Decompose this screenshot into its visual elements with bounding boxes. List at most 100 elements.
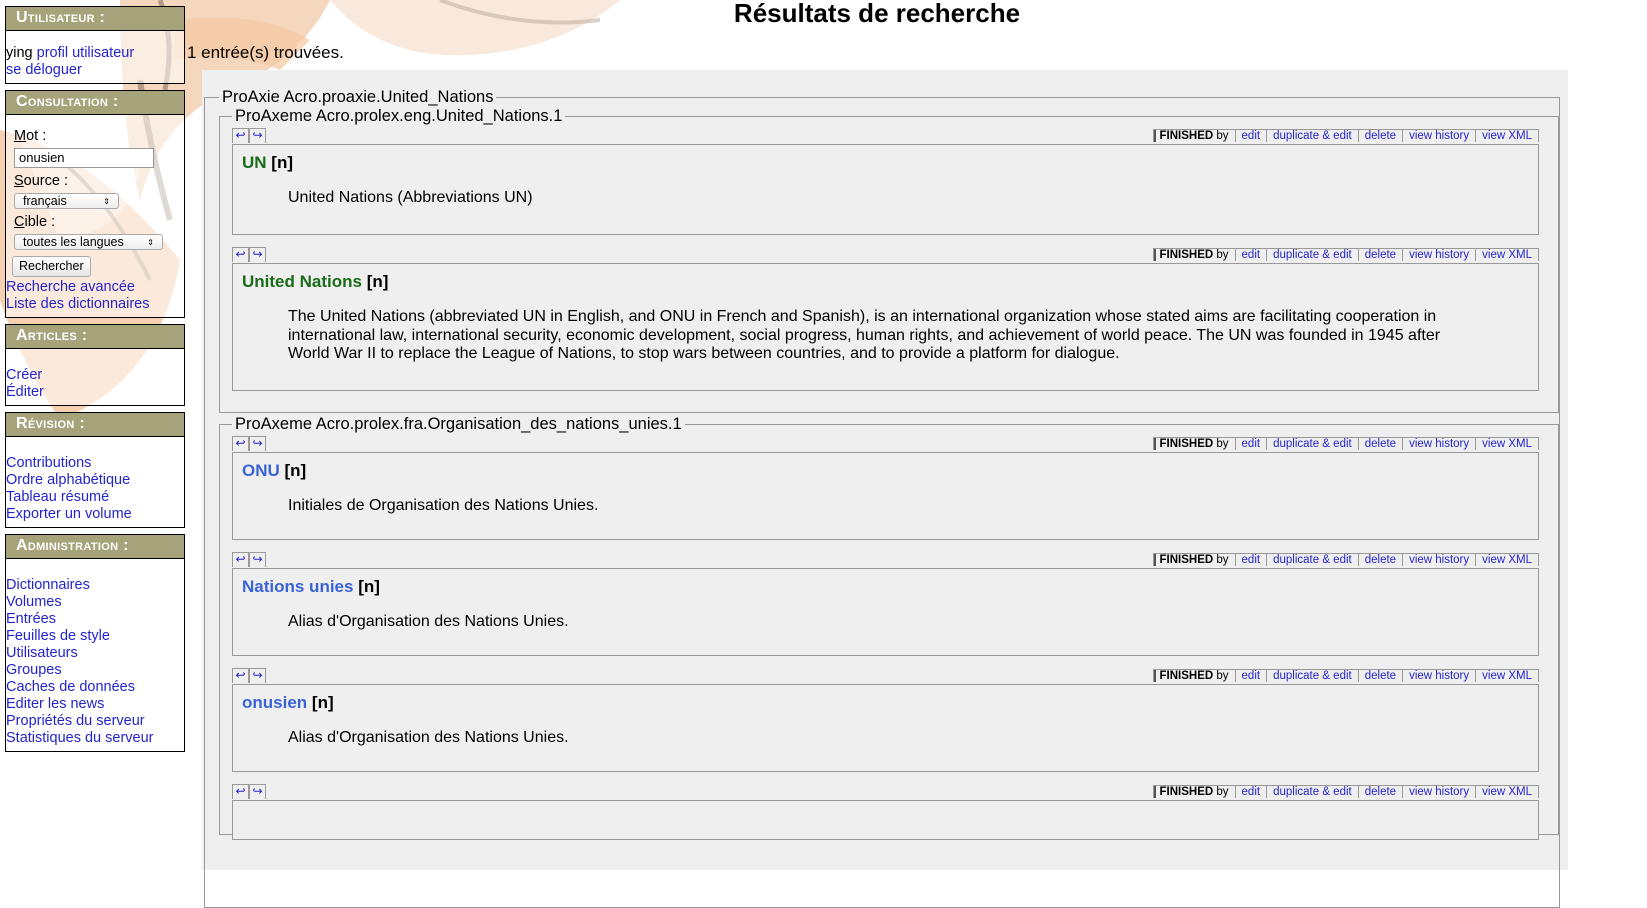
- articles-box-title: Articles :: [6, 325, 184, 349]
- entry-actions: FINISHED by edit duplicate & edit delete…: [1152, 785, 1539, 798]
- status-label: FINISHED: [1159, 670, 1214, 682]
- admin-link-users[interactable]: Utilisateurs: [6, 645, 184, 662]
- edit-link[interactable]: edit: [1234, 670, 1267, 682]
- definition: United Nations (Abbreviations UN): [288, 189, 533, 206]
- search-button[interactable]: Rechercher: [12, 256, 91, 277]
- view-history-link[interactable]: view history: [1402, 130, 1475, 142]
- advanced-search-link[interactable]: Recherche avancée: [6, 279, 184, 296]
- source-label: Source :: [14, 173, 69, 189]
- logout-link[interactable]: se déloguer: [6, 62, 184, 79]
- proaxie-legend: ProAxie Acro.proaxie.United_Nations: [222, 88, 494, 106]
- view-history-link[interactable]: view history: [1402, 554, 1475, 566]
- edit-link[interactable]: edit: [1234, 438, 1267, 450]
- edit-link[interactable]: edit: [1234, 130, 1267, 142]
- status-label: FINISHED: [1159, 786, 1214, 798]
- undo-arrow-icon[interactable]: ↩: [232, 247, 249, 262]
- admin-link-news[interactable]: Editer les news: [6, 696, 184, 713]
- undo-arrow-icon[interactable]: ↩: [232, 552, 249, 567]
- duplicate-edit-link[interactable]: duplicate & edit: [1266, 786, 1358, 798]
- entry: ↩ ↪ FINISHED by edit duplicate & edit del…: [232, 552, 1539, 656]
- duplicate-edit-link[interactable]: duplicate & edit: [1266, 249, 1358, 261]
- proaxeme-legend: ProAxeme Acro.prolex.fra.Organisation_de…: [235, 415, 682, 433]
- cible-label: Cible :: [14, 214, 56, 230]
- delete-link[interactable]: delete: [1357, 786, 1402, 798]
- headword[interactable]: ONU: [242, 461, 280, 480]
- admin-link-caches[interactable]: Caches de données: [6, 679, 184, 696]
- cible-select[interactable]: toutes les langues ⇕: [14, 234, 163, 250]
- undo-arrow-icon[interactable]: ↩: [232, 668, 249, 683]
- part-of-speech: [n]: [366, 272, 389, 291]
- admin-link-entries[interactable]: Entrées: [6, 611, 184, 628]
- admin-link-volumes[interactable]: Volumes: [6, 594, 184, 611]
- admin-link-groups[interactable]: Groupes: [6, 662, 184, 679]
- duplicate-edit-link[interactable]: duplicate & edit: [1266, 130, 1358, 142]
- revision-link-contributions[interactable]: Contributions: [6, 455, 184, 472]
- articles-link-edit[interactable]: Éditer: [6, 384, 184, 401]
- part-of-speech: [n]: [358, 577, 380, 596]
- admin-link-dictionaries[interactable]: Dictionnaires: [6, 577, 184, 594]
- headword[interactable]: Nations unies: [242, 577, 353, 596]
- select-arrows-icon: ⇕: [147, 237, 154, 247]
- redo-arrow-icon[interactable]: ↪: [249, 552, 266, 567]
- view-xml-link[interactable]: view XML: [1475, 670, 1538, 682]
- delete-link[interactable]: delete: [1357, 554, 1402, 566]
- proaxie-fieldset: ProAxie Acro.proaxie.United_Nations ProA…: [204, 88, 1560, 908]
- delete-link[interactable]: delete: [1357, 130, 1402, 142]
- entry-actions: FINISHED by edit duplicate & edit delete…: [1152, 129, 1539, 142]
- revision-link-alphabetical[interactable]: Ordre alphabétique: [6, 472, 184, 489]
- view-history-link[interactable]: view history: [1402, 670, 1475, 682]
- edit-link[interactable]: edit: [1234, 786, 1267, 798]
- duplicate-edit-link[interactable]: duplicate & edit: [1266, 670, 1358, 682]
- view-xml-link[interactable]: view XML: [1475, 438, 1538, 450]
- undo-arrow-icon[interactable]: ↩: [232, 128, 249, 143]
- view-history-link[interactable]: view history: [1402, 786, 1475, 798]
- results-panel: ProAxie Acro.proaxie.United_Nations ProA…: [202, 70, 1568, 908]
- source-select[interactable]: français ⇕: [14, 193, 119, 209]
- administration-box: Administration : Dictionnaires Volumes E…: [5, 534, 185, 752]
- select-arrows-icon: ⇕: [103, 196, 110, 206]
- entry: ↩ ↪ FINISHED by edit duplicate & edit del…: [232, 436, 1539, 540]
- undo-arrow-icon[interactable]: ↩: [232, 436, 249, 451]
- revision-link-summary[interactable]: Tableau résumé: [6, 489, 184, 506]
- view-xml-link[interactable]: view XML: [1475, 130, 1538, 142]
- consultation-box: Consultation : Mot : onusien Source : fr…: [5, 90, 185, 318]
- undo-arrow-icon[interactable]: ↩: [232, 784, 249, 799]
- sidebar: Utilisateur : ying profil utilisateur se…: [5, 6, 185, 758]
- edit-link[interactable]: edit: [1234, 554, 1267, 566]
- duplicate-edit-link[interactable]: duplicate & edit: [1266, 438, 1358, 450]
- proaxeme-legend: ProAxeme Acro.prolex.eng.United_Nations.…: [235, 107, 563, 125]
- revision-box-title: Révision :: [6, 413, 184, 437]
- admin-link-stylesheets[interactable]: Feuilles de style: [6, 628, 184, 645]
- entry-actions: FINISHED by edit duplicate & edit delete…: [1152, 553, 1539, 566]
- results-count: 1 entrée(s) trouvées.: [187, 43, 344, 62]
- redo-arrow-icon[interactable]: ↪: [249, 436, 266, 451]
- duplicate-edit-link[interactable]: duplicate & edit: [1266, 554, 1358, 566]
- view-xml-link[interactable]: view XML: [1475, 249, 1538, 261]
- headword[interactable]: onusien: [242, 693, 307, 712]
- view-xml-link[interactable]: view XML: [1475, 554, 1538, 566]
- user-box-title: Utilisateur :: [6, 7, 184, 31]
- articles-link-create[interactable]: Créer: [6, 367, 184, 384]
- redo-arrow-icon[interactable]: ↪: [249, 128, 266, 143]
- revision-link-export[interactable]: Exporter un volume: [6, 506, 184, 523]
- view-xml-link[interactable]: view XML: [1475, 786, 1538, 798]
- admin-link-server-stats[interactable]: Statistiques du serveur: [6, 730, 184, 747]
- view-history-link[interactable]: view history: [1402, 249, 1475, 261]
- edit-link[interactable]: edit: [1234, 249, 1267, 261]
- consultation-box-title: Consultation :: [6, 91, 184, 115]
- definition: Initiales de Organisation des Nations Un…: [288, 497, 599, 514]
- mot-input[interactable]: onusien: [14, 148, 154, 168]
- redo-arrow-icon[interactable]: ↪: [249, 247, 266, 262]
- part-of-speech: [n]: [284, 461, 307, 480]
- delete-link[interactable]: delete: [1357, 249, 1402, 261]
- entry-actions: FINISHED by edit duplicate & edit delete…: [1152, 248, 1539, 261]
- dictionaries-list-link[interactable]: Liste des dictionnaires: [6, 296, 184, 313]
- view-history-link[interactable]: view history: [1402, 438, 1475, 450]
- redo-arrow-icon[interactable]: ↪: [249, 668, 266, 683]
- delete-link[interactable]: delete: [1357, 670, 1402, 682]
- redo-arrow-icon[interactable]: ↪: [249, 784, 266, 799]
- admin-link-server-properties[interactable]: Propriétés du serveur: [6, 713, 184, 730]
- delete-link[interactable]: delete: [1357, 438, 1402, 450]
- definition: Alias d'Organisation des Nations Unies.: [288, 729, 569, 746]
- profile-link[interactable]: profil utilisateur: [37, 45, 135, 61]
